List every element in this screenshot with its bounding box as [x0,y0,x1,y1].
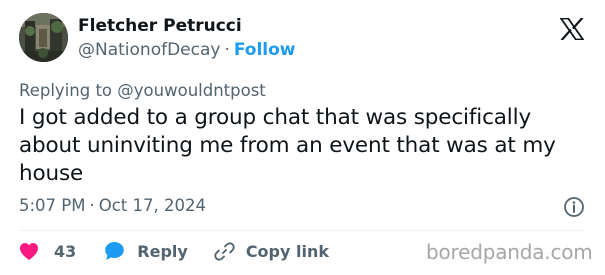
timestamp-separator: · [89,196,95,215]
heart-icon [20,242,38,260]
copy-link-button[interactable]: Copy link [214,241,329,262]
avatar[interactable] [19,13,68,62]
replying-handle[interactable]: @youwouldntpost [117,81,265,100]
speech-bubble-icon [105,242,125,260]
replying-to: Replying to @youwouldntpost [19,81,266,100]
replying-prefix: Replying to [19,81,113,100]
tweet-card: Fletcher Petrucci @NationofDecay · Follow … [0,0,605,275]
watermark: boredpanda.com [426,240,593,264]
tweet-date: Oct 17, 2024 [98,196,206,215]
like-count: 43 [54,241,77,261]
tweet-timestamp[interactable]: 5:07 PM · Oct 17, 2024 [19,196,206,215]
action-bar: 43 Reply Copy link [19,239,329,263]
handle-separator: · [224,40,230,60]
link-icon [214,241,235,261]
like-button[interactable]: 43 [19,242,76,261]
tweet-text: I got added to a group chat that was spe… [19,105,556,186]
reply-label: Reply [137,241,188,261]
avatar-image [19,13,68,62]
copy-link-label: Copy link [245,241,329,261]
follow-button[interactable]: Follow [234,40,296,60]
author-name[interactable]: Fletcher Petrucci [78,16,242,36]
reply-button[interactable]: Reply [104,241,188,261]
info-icon[interactable] [563,196,585,218]
x-logo-icon[interactable] [560,18,584,40]
author-handle[interactable]: @NationofDecay [78,40,220,60]
divider [19,230,586,231]
tweet-time: 5:07 PM [19,196,86,215]
author-handle-line: @NationofDecay · Follow [78,40,296,60]
